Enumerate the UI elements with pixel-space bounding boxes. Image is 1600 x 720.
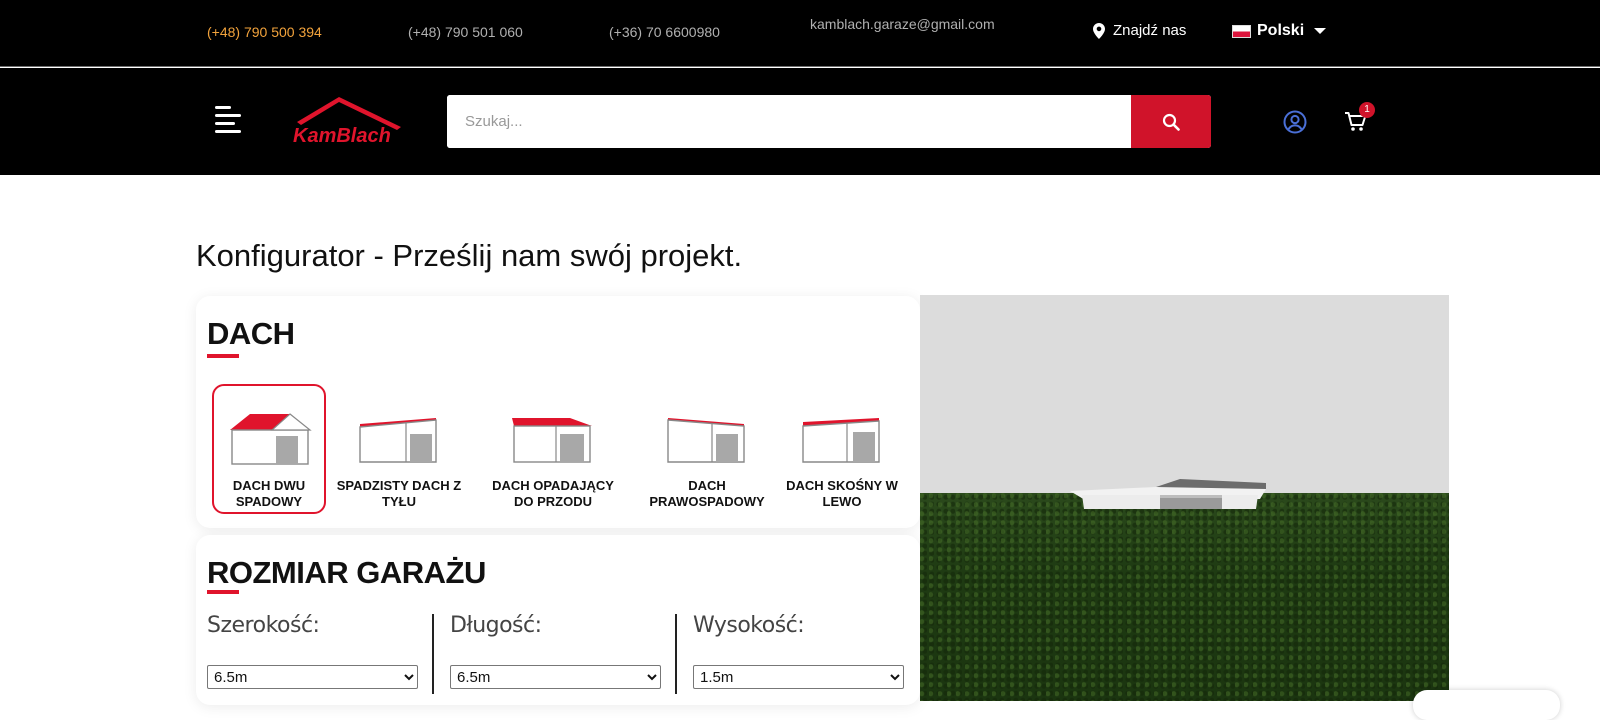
roof-option-label: DACH SKOŚNY W LEWO	[786, 478, 898, 509]
height-field: Wysokość: 1.5m	[693, 613, 908, 689]
garage-3d-viewport[interactable]	[920, 295, 1449, 701]
cart-count-badge: 1	[1359, 102, 1375, 118]
menu-icon[interactable]	[215, 106, 243, 133]
garage-3d-model	[1070, 479, 1266, 509]
user-circle-icon[interactable]	[1283, 110, 1307, 134]
search-input[interactable]	[447, 95, 1131, 148]
search-bar	[447, 95, 1211, 148]
roof-option-label: DACH PRAWOSPADOWY	[649, 478, 765, 509]
page-title: Konfigurator - Prześlij nam swój projekt…	[196, 238, 743, 273]
roof-option-label: DACH OPADAJĄCY DO PRZODU	[492, 478, 614, 509]
find-us-link[interactable]: Znajdź nas	[1093, 22, 1186, 39]
roof-option-back-slope[interactable]: SPADZISTY DACH Z TYŁU	[337, 384, 461, 514]
email-link[interactable]: kamblach.garaze@gmail.com	[810, 17, 1000, 32]
chat-widget[interactable]	[1413, 690, 1560, 720]
roof-option-left-slope[interactable]: DACH SKOŚNY W LEWO	[785, 384, 899, 514]
roof-section-title: DACH	[207, 316, 295, 351]
find-us-label: Znajdź nas	[1113, 22, 1187, 39]
phone-link-3[interactable]: (+36) 70 6600980	[609, 24, 720, 40]
svg-text:KamBlach: KamBlach	[293, 125, 391, 146]
height-label: Wysokość:	[693, 613, 805, 638]
cart-button[interactable]: 1	[1343, 102, 1375, 136]
site-header: KamBlach 1	[0, 68, 1600, 175]
map-pin-icon	[1093, 22, 1105, 39]
roof-option-front-slope[interactable]: DACH OPADAJĄCY DO PRZODU	[492, 384, 614, 514]
width-label: Szerokość:	[207, 613, 320, 638]
roof-option-label: DACH DWU SPADOWY	[232, 478, 306, 509]
roof-section: DACH DACH DWU SPADOWY SPADZISTY DACH Z T…	[196, 296, 920, 528]
right-slope-roof-icon	[667, 418, 745, 463]
height-select[interactable]: 1.5m	[693, 665, 904, 689]
gable-roof-icon	[230, 413, 312, 465]
viewport-sky	[920, 295, 1449, 495]
width-field: Szerokość: 6.5m	[207, 613, 422, 689]
search-icon	[1162, 113, 1180, 131]
section-underline	[207, 590, 239, 594]
language-label: Polski	[1257, 22, 1305, 39]
viewport-ground	[920, 493, 1449, 701]
top-contact-bar: (+48) 790 500 394 (+48) 790 501 060 (+36…	[0, 0, 1600, 67]
left-slope-roof-icon	[802, 418, 880, 463]
roof-option-right-slope[interactable]: DACH PRAWOSPADOWY	[649, 384, 765, 514]
length-select[interactable]: 6.5m	[450, 665, 661, 689]
language-switcher[interactable]: Polski	[1232, 22, 1327, 40]
kamblach-logo[interactable]: KamBlach	[289, 94, 404, 146]
back-slope-roof-icon	[359, 418, 437, 463]
divider	[432, 614, 434, 694]
phone-link-1[interactable]: (+48) 790 500 394	[207, 24, 322, 40]
size-section-title: ROZMIAR GARAŻU	[207, 555, 486, 590]
section-underline	[207, 354, 239, 358]
front-slope-roof-icon	[512, 418, 592, 463]
width-select[interactable]: 6.5m	[207, 665, 418, 689]
garage-size-section: ROZMIAR GARAŻU Szerokość: 6.5m Długość: …	[196, 535, 920, 705]
search-button[interactable]	[1131, 95, 1211, 148]
length-label: Długość:	[450, 613, 542, 638]
roof-option-label: SPADZISTY DACH Z TYŁU	[336, 478, 462, 509]
roof-option-gable[interactable]: DACH DWU SPADOWY	[212, 384, 326, 514]
flag-pl-icon	[1232, 24, 1251, 38]
divider	[675, 614, 677, 694]
chevron-down-icon	[1314, 28, 1327, 34]
length-field: Długość: 6.5m	[450, 613, 665, 689]
phone-link-2[interactable]: (+48) 790 501 060	[408, 24, 523, 40]
